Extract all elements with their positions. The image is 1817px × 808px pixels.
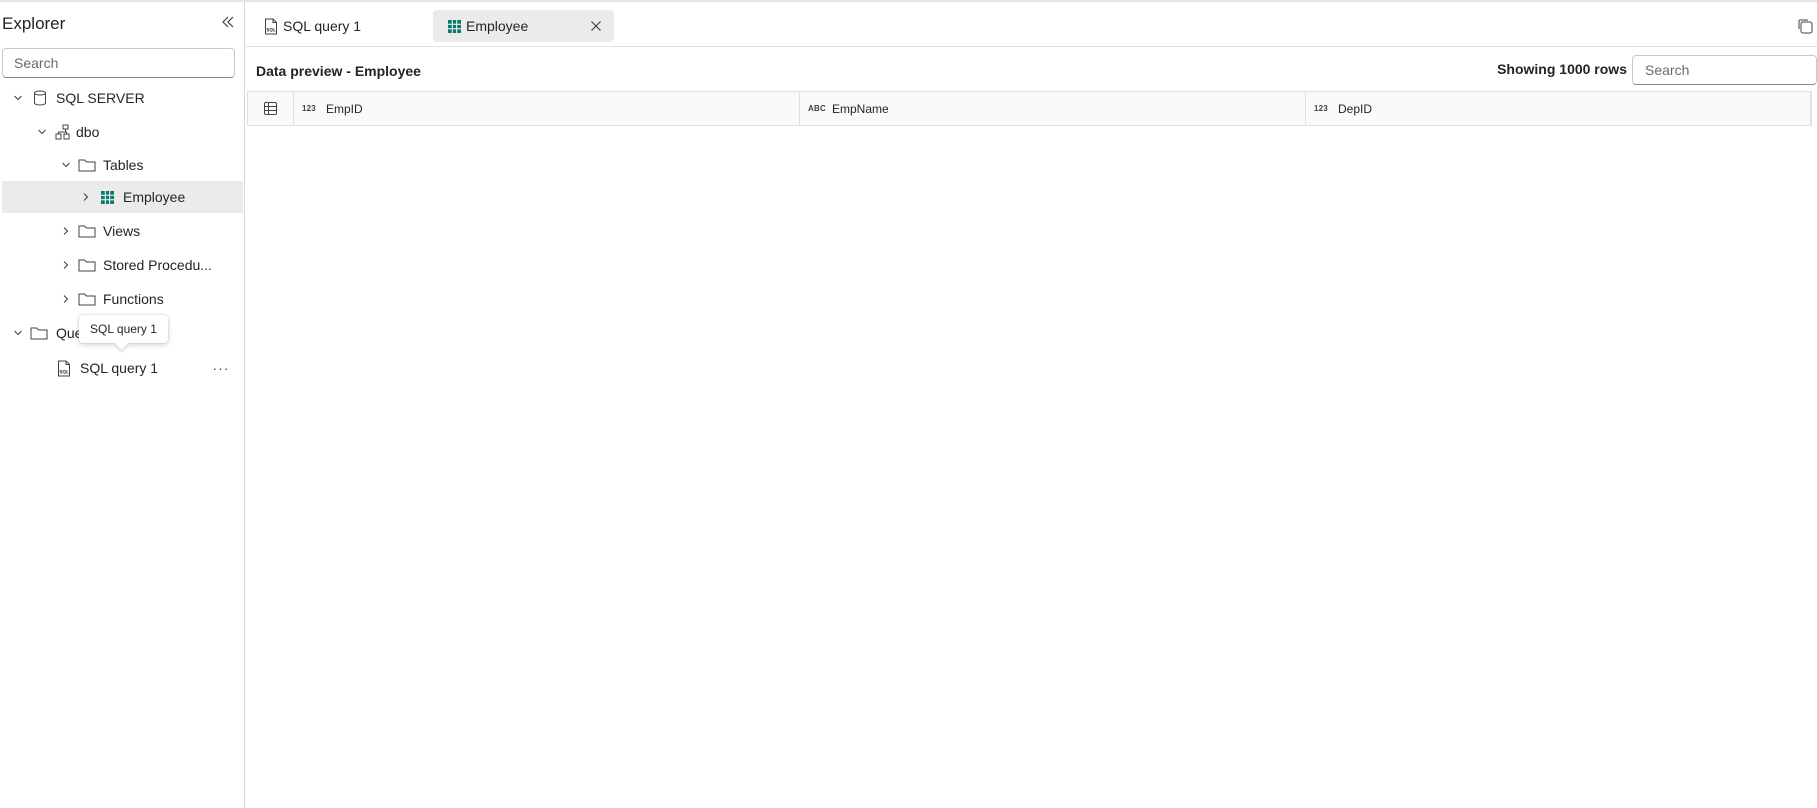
text-type-icon: ABC xyxy=(808,104,826,113)
column-name: EmpName xyxy=(832,101,889,116)
tree-item-dbo[interactable]: dbo xyxy=(2,116,243,148)
schema-icon xyxy=(54,123,72,141)
database-icon xyxy=(31,89,49,107)
tree-label-stored-procedures: Stored Procedu... xyxy=(103,257,212,273)
folder-icon xyxy=(78,256,96,274)
explorer-search-input[interactable] xyxy=(2,48,235,78)
tree-label-tables: Tables xyxy=(103,157,144,173)
data-search-input[interactable] xyxy=(1632,55,1817,85)
numeric-type-icon: 123 xyxy=(302,104,316,113)
select-all-icon[interactable] xyxy=(247,92,294,125)
chevron-right-icon xyxy=(60,225,72,237)
app-window: Explorer SQL SERVER dbo xyxy=(0,0,1817,808)
table-icon xyxy=(445,17,463,35)
table-icon xyxy=(98,188,116,206)
collapse-sidebar-icon[interactable] xyxy=(218,12,238,32)
numeric-type-icon: 123 xyxy=(1314,104,1328,113)
tab-label: SQL query 1 xyxy=(283,18,362,34)
data-preview-title: Data preview - Employee xyxy=(256,63,421,79)
chevron-down-icon xyxy=(12,92,24,104)
tab-employee[interactable]: Employee xyxy=(433,10,614,42)
folder-icon xyxy=(78,222,96,240)
folder-icon xyxy=(78,290,96,308)
folder-icon xyxy=(78,156,96,174)
explorer-title: Explorer xyxy=(2,14,66,33)
folder-icon xyxy=(30,324,48,342)
tab-bar: SQL SQL query 1 Employee xyxy=(246,2,1817,47)
tab-sql-query-1[interactable]: SQL SQL query 1 xyxy=(250,10,422,42)
tree-item-sql-query-1[interactable]: SQL SQL query 1 ··· xyxy=(2,352,243,384)
svg-text:SQL: SQL xyxy=(266,27,276,32)
explorer-sidebar: Explorer SQL SERVER dbo xyxy=(0,2,245,808)
tooltip-text: SQL query 1 xyxy=(90,322,157,336)
column-header-empid[interactable]: 123 EmpID xyxy=(294,92,800,125)
column-name: EmpID xyxy=(326,101,363,116)
tree-label-server: SQL SERVER xyxy=(56,90,145,106)
main-panel: SQL SQL query 1 Employee Data preview - … xyxy=(246,2,1817,808)
tab-label: Employee xyxy=(466,18,529,34)
tree-item-functions[interactable]: Functions xyxy=(2,283,243,315)
chevron-right-icon xyxy=(80,191,92,203)
chevron-right-icon xyxy=(60,293,72,305)
chevron-right-icon xyxy=(60,259,72,271)
new-window-icon[interactable] xyxy=(1795,16,1815,36)
svg-text:SQL: SQL xyxy=(59,369,69,374)
sql-file-icon: SQL xyxy=(262,17,280,35)
close-icon[interactable] xyxy=(586,16,606,36)
tree-label-sql-query-1: SQL query 1 xyxy=(80,360,159,376)
tree-label-functions: Functions xyxy=(103,291,164,307)
column-header-depid[interactable]: 123 DepID xyxy=(1306,92,1811,125)
tree-item-sql-server[interactable]: SQL SERVER xyxy=(2,82,243,114)
grid-header-row: 123 EmpID ABC EmpName 123 DepID xyxy=(247,91,1812,126)
column-header-empname[interactable]: ABC EmpName xyxy=(800,92,1306,125)
tree-item-stored-procedures[interactable]: Stored Procedu... xyxy=(2,249,243,281)
more-options-icon[interactable]: ··· xyxy=(210,357,232,379)
tree-label-views: Views xyxy=(103,223,141,239)
tooltip: SQL query 1 xyxy=(79,315,168,343)
rows-count-label: Showing 1000 rows xyxy=(1497,61,1627,77)
column-name: DepID xyxy=(1338,101,1373,116)
tree-item-views[interactable]: Views xyxy=(2,215,243,247)
tree-item-tables[interactable]: Tables xyxy=(2,149,243,181)
chevron-down-icon xyxy=(60,159,72,171)
sql-file-icon: SQL xyxy=(55,359,73,377)
chevron-down-icon xyxy=(36,126,48,138)
tree-item-employee[interactable]: Employee xyxy=(2,181,243,213)
chevron-down-icon xyxy=(12,327,24,339)
tree-label-dbo: dbo xyxy=(76,124,100,140)
tree-label-employee: Employee xyxy=(123,189,186,205)
